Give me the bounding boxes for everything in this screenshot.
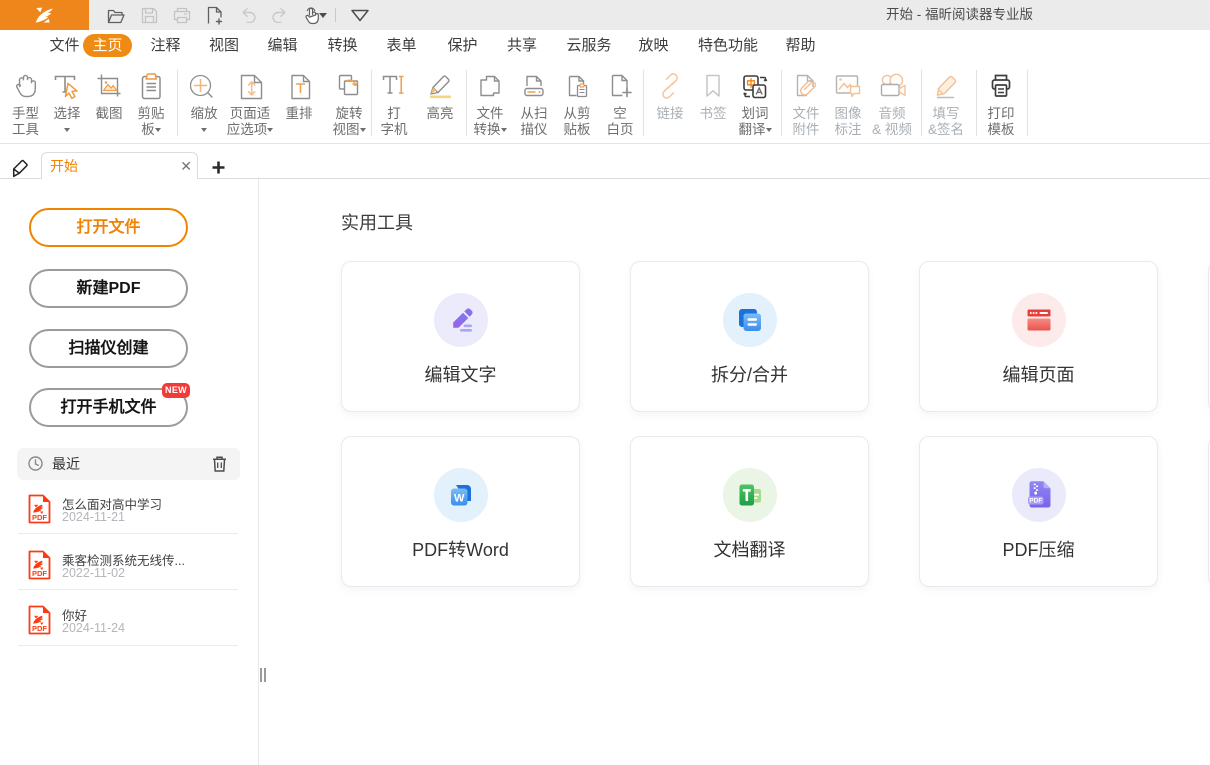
svg-text:PDF: PDF [32, 624, 47, 633]
svg-text:PDF: PDF [32, 569, 47, 578]
svg-text:W: W [454, 493, 465, 505]
svg-text:PDF: PDF [1029, 498, 1042, 505]
svg-text:PDF: PDF [32, 513, 47, 522]
